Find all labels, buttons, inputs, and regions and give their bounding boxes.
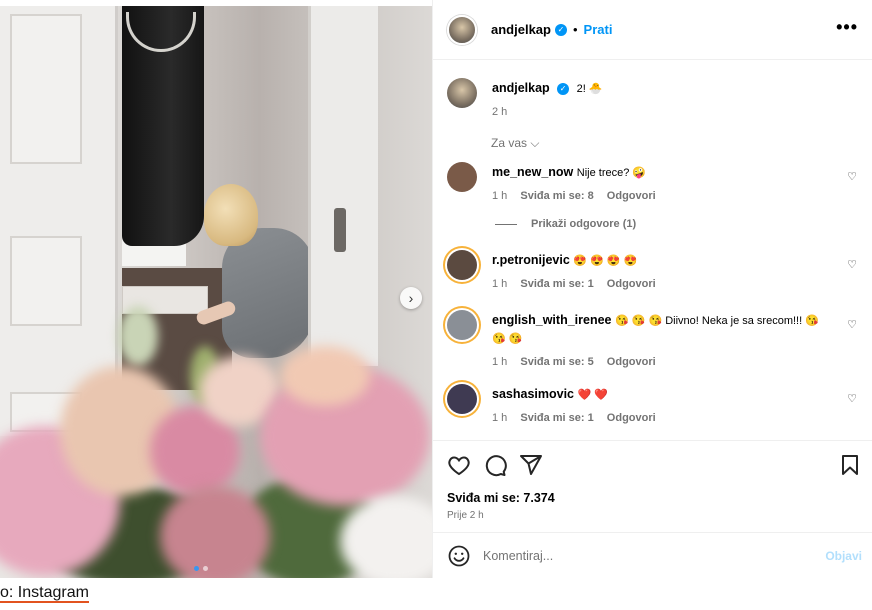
source-caption: o: Instagram bbox=[0, 584, 89, 603]
avatar[interactable] bbox=[447, 162, 477, 192]
heart-icon[interactable]: ♡ bbox=[847, 392, 857, 405]
verified-badge-icon: ✓ bbox=[554, 23, 567, 36]
flower-bloom bbox=[280, 346, 370, 406]
comments-list: andjelkap ✓ 2! 🐣 2 h Za vas ⌵ me_new_now… bbox=[433, 60, 872, 440]
door-handle bbox=[334, 208, 346, 252]
reply-button[interactable]: Odgovori bbox=[607, 412, 656, 424]
instagram-post: › andjelkap ✓ • Prati ••• andjelkap ✓ 2!… bbox=[0, 0, 872, 578]
comment-text: Nije trece? 🤪 bbox=[576, 167, 647, 179]
comment-username[interactable]: me_new_now bbox=[492, 165, 573, 179]
likes-count[interactable]: Sviđa mi se: 7.374 bbox=[447, 491, 555, 505]
replies-line bbox=[495, 223, 517, 225]
door-frame-right bbox=[308, 6, 378, 366]
post-photo: › bbox=[0, 6, 432, 578]
comment-likes[interactable]: Sviđa mi se: 1 bbox=[520, 278, 593, 290]
reply-button[interactable]: Odgovori bbox=[607, 356, 656, 368]
caption-text: 2! 🐣 bbox=[576, 83, 603, 95]
separator-dot: • bbox=[572, 22, 578, 37]
heart-icon[interactable]: ♡ bbox=[847, 170, 857, 183]
comment-username[interactable]: english_with_irenee bbox=[492, 313, 611, 327]
person-body bbox=[222, 228, 314, 358]
post-comment-button[interactable]: Objavi bbox=[825, 549, 862, 563]
comment-time: 1 h bbox=[492, 356, 508, 368]
comment-input[interactable] bbox=[483, 548, 813, 563]
comment-likes[interactable]: Sviđa mi se: 5 bbox=[520, 356, 593, 368]
comment-text: ❤️ ❤️ bbox=[577, 389, 608, 401]
door-panel bbox=[10, 14, 82, 164]
carousel-dot bbox=[203, 566, 208, 571]
comment-text: 😍 😍 😍 😍 bbox=[573, 255, 638, 267]
flower-bud bbox=[118, 306, 158, 366]
comment-time: 1 h bbox=[492, 412, 508, 424]
avatar[interactable] bbox=[447, 384, 477, 414]
carousel-dots bbox=[194, 566, 208, 571]
chevron-right-icon: › bbox=[408, 290, 414, 306]
comment-username[interactable]: sashasimovic bbox=[492, 387, 574, 401]
bookmark-icon[interactable] bbox=[838, 453, 862, 477]
person-hair bbox=[204, 184, 258, 246]
flower-bloom bbox=[160, 486, 270, 578]
carousel-dot-active bbox=[194, 566, 199, 571]
comment-sort-dropdown[interactable]: Za vas ⌵ bbox=[491, 136, 539, 151]
reply-button[interactable]: Odgovori bbox=[607, 278, 656, 290]
avatar[interactable] bbox=[447, 310, 477, 340]
author-username[interactable]: andjelkap bbox=[491, 22, 551, 37]
heart-icon[interactable] bbox=[447, 453, 471, 477]
door-panel bbox=[10, 236, 82, 326]
comment-time: 1 h bbox=[492, 190, 508, 202]
paper-plane-icon[interactable] bbox=[519, 453, 543, 477]
comment-likes[interactable]: Sviđa mi se: 1 bbox=[520, 412, 593, 424]
comment-bubble-icon[interactable] bbox=[483, 453, 507, 477]
post-header: andjelkap ✓ • Prati ••• bbox=[433, 0, 872, 60]
more-options-icon[interactable]: ••• bbox=[836, 18, 858, 36]
comment-username[interactable]: r.petronijevic bbox=[492, 253, 570, 267]
follow-button[interactable]: Prati bbox=[584, 22, 613, 37]
next-photo-button[interactable]: › bbox=[400, 287, 422, 309]
comment-time: 1 h bbox=[492, 278, 508, 290]
avatar[interactable] bbox=[447, 14, 477, 45]
show-replies-button[interactable]: Prikaži odgovore (1) bbox=[495, 218, 636, 230]
add-comment-bar: Objavi bbox=[433, 532, 872, 578]
post-side-panel: andjelkap ✓ • Prati ••• andjelkap ✓ 2! 🐣… bbox=[432, 0, 872, 578]
heart-icon[interactable]: ♡ bbox=[847, 258, 857, 271]
caption-username[interactable]: andjelkap bbox=[492, 81, 550, 95]
reply-button[interactable]: Odgovori bbox=[607, 190, 656, 202]
source-caption-text[interactable]: o: Instagram bbox=[0, 584, 89, 603]
smiley-icon[interactable] bbox=[447, 544, 471, 568]
caption-time: 2 h bbox=[492, 106, 508, 118]
post-time: Prije 2 h bbox=[447, 510, 484, 521]
comment-likes[interactable]: Sviđa mi se: 8 bbox=[520, 190, 593, 202]
heart-icon[interactable]: ♡ bbox=[847, 318, 857, 331]
avatar[interactable] bbox=[447, 250, 477, 280]
post-actions: Sviđa mi se: 7.374 Prije 2 h bbox=[433, 440, 872, 532]
show-replies-label: Prikaži odgovore (1) bbox=[531, 218, 637, 230]
verified-badge-icon: ✓ bbox=[557, 82, 570, 95]
avatar[interactable] bbox=[447, 78, 477, 108]
